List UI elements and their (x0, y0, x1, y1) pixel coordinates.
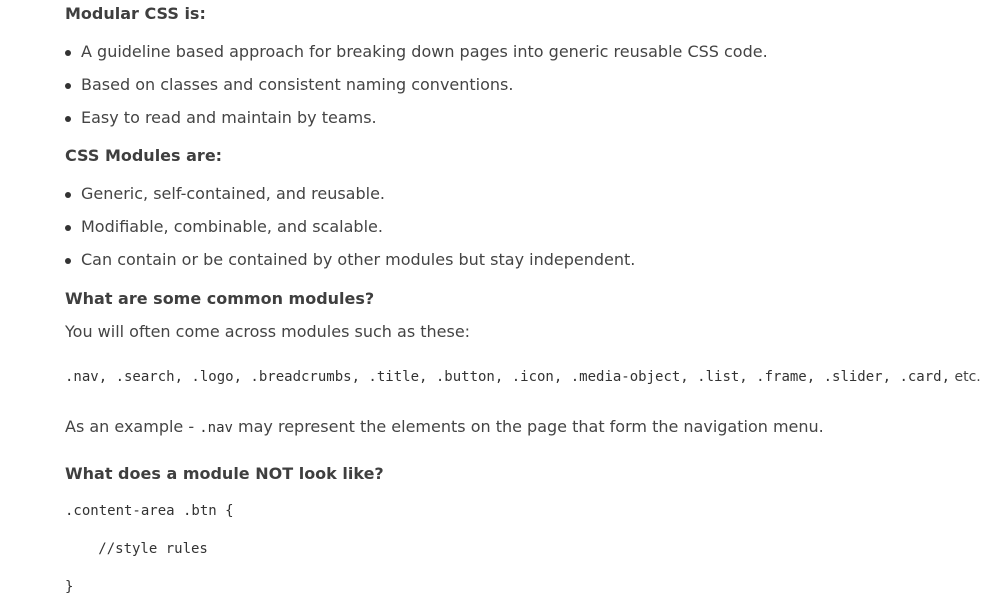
not-module-heading: What does a module NOT look like? (65, 464, 384, 483)
bullet-icon (65, 50, 71, 56)
modular-css-heading: Modular CSS is: (65, 4, 206, 23)
list-item: A guideline based approach for breaking … (65, 41, 768, 74)
code-line: //style rules (73, 541, 208, 557)
modules-code: .nav, .search, .logo, .breadcrumbs, .tit… (65, 369, 951, 385)
list-item: Based on classes and consistent naming c… (65, 74, 768, 107)
common-modules-intro: You will often come across modules such … (65, 322, 471, 341)
modules-suffix: etc. (950, 369, 981, 385)
list-item: Modifiable, combinable, and scalable. (65, 216, 635, 249)
example-paragraph: As an example - .nav may represent the e… (65, 417, 824, 436)
bullet-icon (65, 258, 71, 264)
code-line: } (65, 579, 74, 595)
bullet-icon (65, 192, 71, 198)
bullet-icon (65, 116, 71, 122)
css-modules-list: Generic, self-contained, and reusable. M… (65, 183, 635, 282)
list-item: Can contain or be contained by other mod… (65, 249, 635, 282)
code-line: .content-area .btn { (65, 503, 234, 519)
list-item: Easy to read and maintain by teams. (65, 107, 768, 140)
list-item: Generic, self-contained, and reusable. (65, 183, 635, 216)
example-code: .nav (199, 420, 233, 436)
modules-code-line: .nav, .search, .logo, .breadcrumbs, .tit… (65, 369, 981, 385)
common-modules-heading: What are some common modules? (65, 289, 375, 308)
modular-css-list: A guideline based approach for breaking … (65, 41, 768, 140)
css-modules-heading: CSS Modules are: (65, 146, 223, 165)
bullet-icon (65, 83, 71, 89)
bullet-icon (65, 225, 71, 231)
